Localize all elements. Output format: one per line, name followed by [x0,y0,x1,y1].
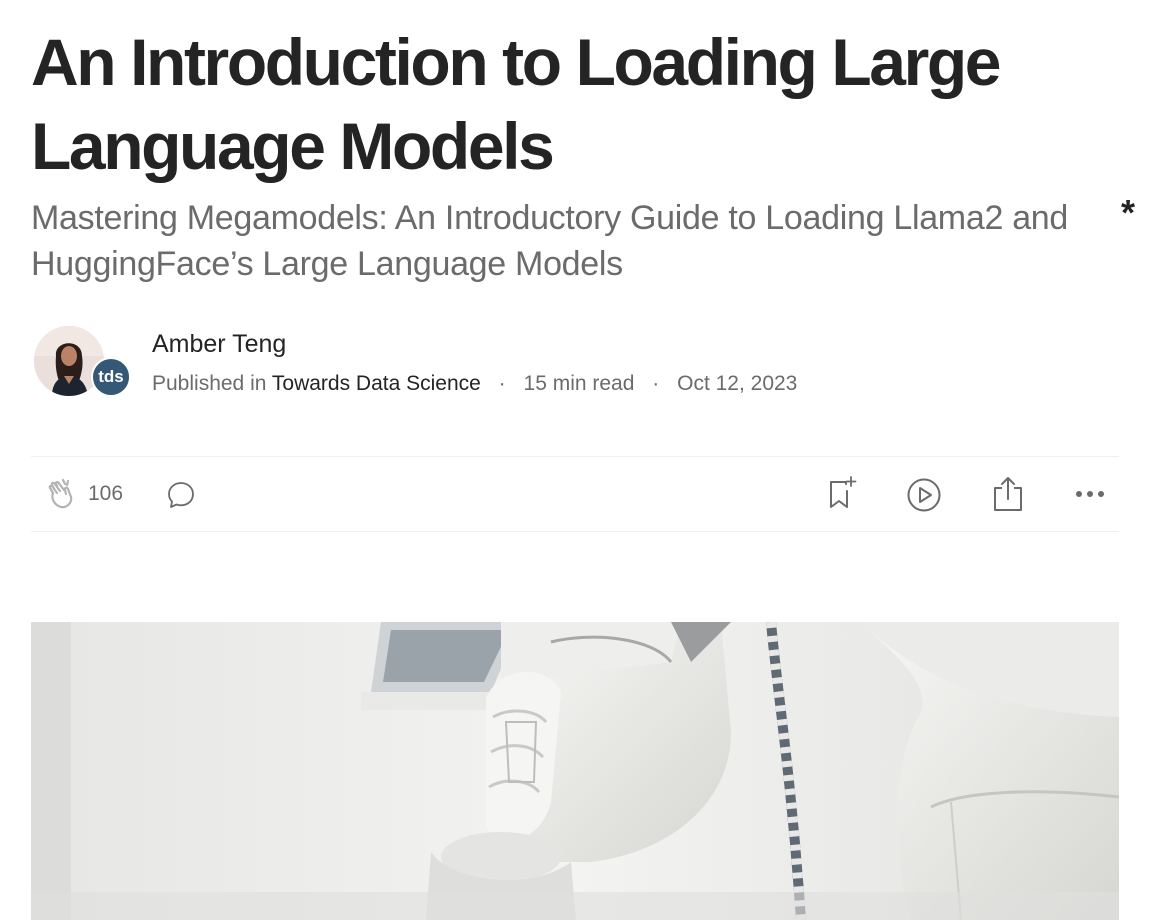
divider [31,456,1119,457]
play-icon[interactable] [906,477,942,513]
article-title: An Introduction to Loading Large Languag… [31,25,1001,183]
asterisk-icon: * [1121,192,1136,233]
more-icon[interactable] [1074,484,1106,504]
published-in-label: Published in [152,372,267,395]
divider [31,531,1119,532]
hero-image [31,622,1119,920]
publish-date: Oct 12, 2023 [677,372,798,395]
read-time: 15 min read [523,372,635,395]
publication-badge[interactable]: tds [91,357,131,397]
article-subtitle: Mastering Megamodels: An Introductory Gu… [31,199,1069,283]
bookmark-add-icon[interactable] [826,476,860,512]
clap-icon[interactable] [44,476,80,512]
comment-icon[interactable] [166,480,196,510]
share-icon[interactable] [991,475,1025,513]
article-meta: Published in Towards Data Science · 15 m… [152,372,797,396]
author-avatar-group[interactable]: tds [34,326,132,400]
meta-separator: · [652,372,660,395]
publication-link[interactable]: Towards Data Science [272,372,481,395]
author-name[interactable]: Amber Teng [152,330,286,359]
clap-count: 106 [88,482,124,505]
meta-separator: · [498,372,506,395]
